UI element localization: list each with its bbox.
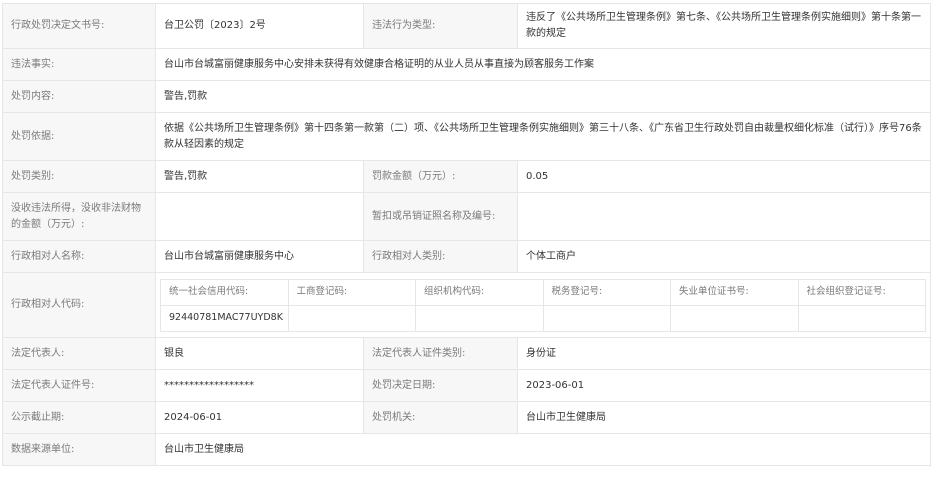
tax-reg-value <box>542 304 671 332</box>
penalty-content-label: 处罚内容: <box>2 80 156 113</box>
unemployment-cert-header: 失业单位证书号: <box>670 278 799 306</box>
fine-amount-label: 罚款金额（万元）: <box>363 160 518 193</box>
business-reg-code-header: 工商登记码: <box>287 278 416 306</box>
violation-type-value: 违反了《公共场所卫生管理条例》第七条、《公共场所卫生管理条例实施细则》第十条第一… <box>517 3 931 49</box>
publish-deadline-value: 2024-06-01 <box>155 401 364 434</box>
publish-deadline-label: 公示截止期: <box>2 401 156 434</box>
decision-no-label: 行政处罚决定文书号: <box>2 3 156 49</box>
row-publish-deadline: 公示截止期: 2024-06-01 处罚机关: 台山市卫生健康局 <box>2 401 931 434</box>
legal-rep-id-no-value: ****************** <box>155 369 364 402</box>
party-codes-value-row: 92440781MAC77UYD8K <box>160 304 926 332</box>
party-codes-header-row: 统一社会信用代码: 工商登记码: 组织机构代码: 税务登记号: 失业单位证书号:… <box>160 278 926 306</box>
row-confiscated: 没收违法所得，没收非法财物的金额（万元）: 暂扣或吊销证照名称及编号: <box>2 192 931 241</box>
facts-value: 台山市台城富丽健康服务中心安排未获得有效健康合格证明的从业人员从事直接为顾客服务… <box>155 48 931 81</box>
party-type-label: 行政相对人类别: <box>363 240 518 273</box>
basis-value: 依据《公共场所卫生管理条例》第十四条第一款第（二）项、《公共场所卫生管理条例实施… <box>155 112 931 161</box>
basis-label: 处罚依据: <box>2 112 156 161</box>
decision-date-value: 2023-06-01 <box>517 369 931 402</box>
row-decision-no: 行政处罚决定文书号: 台卫公罚〔2023〕2号 违法行为类型: 违反了《公共场所… <box>2 3 931 49</box>
confiscated-value <box>155 192 364 241</box>
legal-rep-id-type-label: 法定代表人证件类别: <box>363 337 518 370</box>
decision-no-value: 台卫公罚〔2023〕2号 <box>155 3 364 49</box>
facts-label: 违法事实: <box>2 48 156 81</box>
penalty-content-value: 警告,罚款 <box>155 80 931 113</box>
row-penalty-category: 处罚类别: 警告,罚款 罚款金额（万元）: 0.05 <box>2 160 931 193</box>
social-org-reg-value <box>797 304 926 332</box>
row-basis: 处罚依据: 依据《公共场所卫生管理条例》第十四条第一款第（二）项、《公共场所卫生… <box>2 112 931 161</box>
party-name-label: 行政相对人名称: <box>2 240 156 273</box>
party-codes-label: 行政相对人代码: <box>2 272 156 338</box>
org-code-value <box>415 304 544 332</box>
credit-code-value: 92440781MAC77UYD8K <box>160 304 289 332</box>
fine-amount-value: 0.05 <box>517 160 931 193</box>
row-data-source: 数据来源单位: 台山市卫生健康局 <box>2 433 931 466</box>
penalty-category-value: 警告,罚款 <box>155 160 364 193</box>
license-suspend-label: 暂扣或吊销证照名称及编号: <box>363 192 518 241</box>
business-reg-code-value <box>287 304 416 332</box>
license-suspend-value <box>517 192 931 241</box>
legal-rep-id-no-label: 法定代表人证件号: <box>2 369 156 402</box>
legal-rep-value: 银良 <box>155 337 364 370</box>
decision-date-label: 处罚决定日期: <box>363 369 518 402</box>
social-org-reg-header: 社会组织登记证号: <box>797 278 926 306</box>
row-legal-rep: 法定代表人: 银良 法定代表人证件类别: 身份证 <box>2 337 931 370</box>
row-facts: 违法事实: 台山市台城富丽健康服务中心安排未获得有效健康合格证明的从业人员从事直… <box>2 48 931 81</box>
legal-rep-id-type-value: 身份证 <box>517 337 931 370</box>
authority-value: 台山市卫生健康局 <box>517 401 931 434</box>
data-source-label: 数据来源单位: <box>2 433 156 466</box>
unemployment-cert-value <box>670 304 799 332</box>
violation-type-label: 违法行为类型: <box>363 3 518 49</box>
row-party-name: 行政相对人名称: 台山市台城富丽健康服务中心 行政相对人类别: 个体工商户 <box>2 240 931 273</box>
confiscated-label: 没收违法所得，没收非法财物的金额（万元）: <box>2 192 156 241</box>
org-code-header: 组织机构代码: <box>415 278 544 306</box>
penalty-category-label: 处罚类别: <box>2 160 156 193</box>
party-type-value: 个体工商户 <box>517 240 931 273</box>
data-source-value: 台山市卫生健康局 <box>155 433 931 466</box>
row-penalty-content: 处罚内容: 警告,罚款 <box>2 80 931 113</box>
party-codes-cell: 统一社会信用代码: 工商登记码: 组织机构代码: 税务登记号: 失业单位证书号:… <box>155 272 931 338</box>
party-codes-table: 统一社会信用代码: 工商登记码: 组织机构代码: 税务登记号: 失业单位证书号:… <box>160 278 926 332</box>
tax-reg-header: 税务登记号: <box>542 278 671 306</box>
legal-rep-label: 法定代表人: <box>2 337 156 370</box>
credit-code-header: 统一社会信用代码: <box>160 278 289 306</box>
authority-label: 处罚机关: <box>363 401 518 434</box>
penalty-record-table: 行政处罚决定文书号: 台卫公罚〔2023〕2号 违法行为类型: 违反了《公共场所… <box>2 3 931 466</box>
party-name-value: 台山市台城富丽健康服务中心 <box>155 240 364 273</box>
row-party-codes: 行政相对人代码: 统一社会信用代码: 工商登记码: 组织机构代码: 税务登记号:… <box>2 272 931 338</box>
row-legal-rep-id-no: 法定代表人证件号: ****************** 处罚决定日期: 202… <box>2 369 931 402</box>
